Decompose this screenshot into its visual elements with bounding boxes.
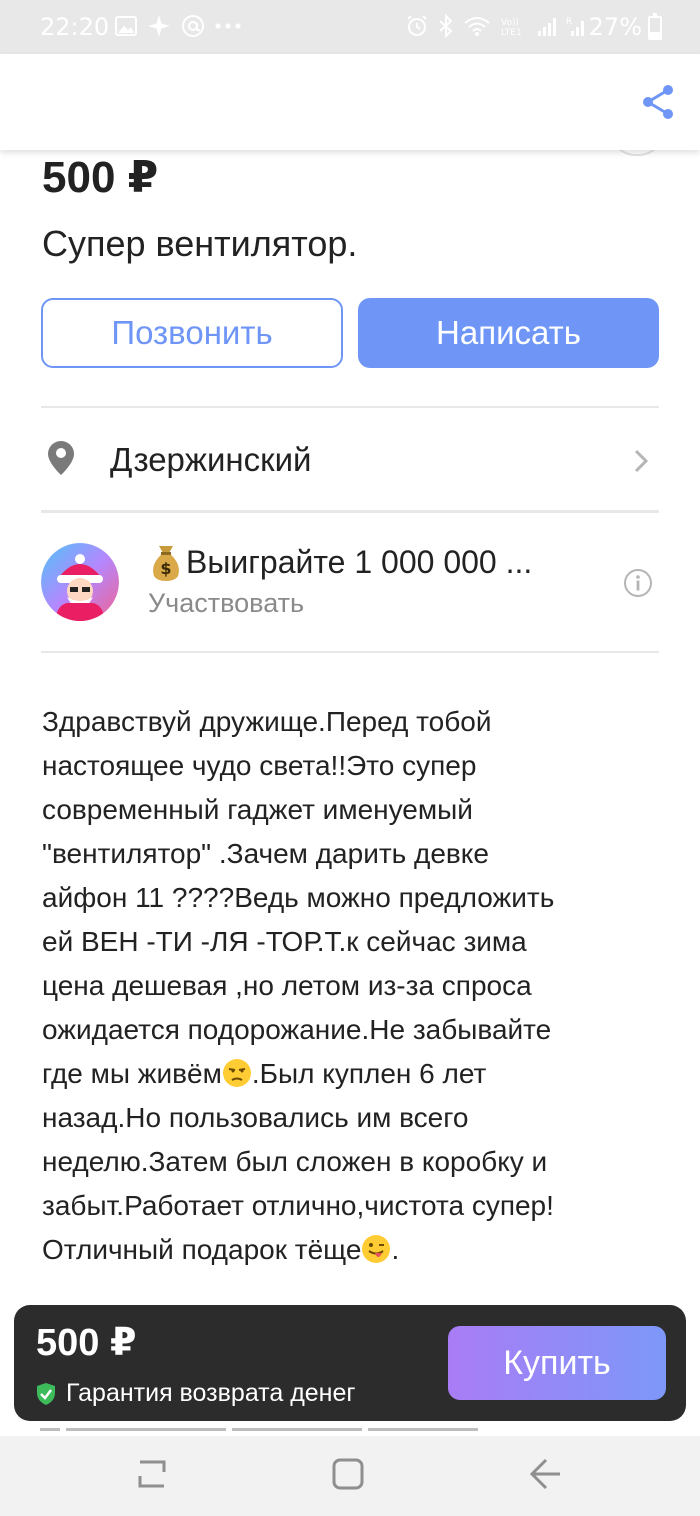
recent-apps-icon[interactable] — [134, 1456, 170, 1492]
ad-title: Выиграйте 1 000 000 ... — [186, 543, 533, 580]
winking-tongue-emoji — [362, 1235, 391, 1263]
listing-title: Супер вентилятор. — [42, 223, 358, 264]
alarm-icon — [407, 15, 427, 36]
listing-price: 500 ₽ — [42, 153, 159, 202]
description-part-3: . — [391, 1234, 400, 1265]
at-icon — [182, 15, 204, 37]
write-button[interactable]: Написать — [358, 298, 659, 368]
svg-text:LTE1: LTE1 — [501, 28, 522, 37]
unamused-emoji — [222, 1059, 251, 1087]
buy-bar: 500 ₽ Гарантия возврата денег Купить — [14, 1305, 686, 1421]
system-nav-bar — [0, 1436, 700, 1516]
back-icon[interactable] — [526, 1456, 564, 1492]
money-bag-emoji: $ — [153, 546, 179, 581]
divider — [41, 651, 659, 653]
ad-subtitle: Участвовать — [148, 588, 305, 618]
status-bar: 22:20 Vo)) LTE1 R 27% — [0, 0, 700, 54]
status-time: 22:20 — [40, 13, 110, 41]
listing-description: Здравствуй дружище.Перед тобой настоящее… — [42, 700, 642, 1272]
location-row[interactable]: Дзержинский — [41, 410, 659, 510]
guarantee-text: Гарантия возврата денег — [66, 1379, 356, 1407]
ad-title-row: $ Выиграйте 1 000 000 ... — [148, 542, 532, 582]
divider — [41, 406, 659, 408]
signal-icon — [538, 18, 556, 36]
svg-text:$: $ — [160, 559, 171, 578]
sparkle-icon — [148, 15, 170, 37]
hidden-text-peek — [40, 1428, 640, 1436]
chevron-right-icon — [634, 449, 649, 473]
description-part-2: .Был куплен 6 лет назад.Но пользовались … — [42, 1058, 554, 1265]
more-icon — [215, 23, 241, 29]
gallery-icon — [115, 16, 137, 36]
home-icon[interactable] — [330, 1456, 366, 1492]
svg-text:R: R — [566, 17, 572, 27]
call-button[interactable]: Позвонить — [41, 298, 343, 368]
guarantee-row[interactable]: Гарантия возврата денег — [36, 1379, 356, 1408]
status-right-icons: Vo)) LTE1 R — [405, 14, 588, 38]
shield-check-icon — [37, 1382, 55, 1405]
buy-button[interactable]: Купить — [448, 1326, 666, 1400]
app-header — [0, 54, 700, 150]
share-icon[interactable] — [638, 82, 678, 122]
lte-icon: Vo))LTE1 — [501, 18, 522, 37]
battery-icon — [648, 13, 662, 40]
location-pin-icon — [48, 441, 74, 475]
ad-avatar — [41, 543, 119, 621]
signal-roaming-icon: R — [566, 17, 584, 36]
info-icon[interactable] — [623, 568, 653, 598]
description-part-1: Здравствуй дружище.Перед тобой настоящее… — [42, 706, 555, 1089]
svg-text:Vo)): Vo)) — [501, 18, 519, 28]
wifi-icon — [464, 17, 490, 36]
bluetooth-icon — [439, 14, 453, 38]
battery-percent: 27% — [588, 13, 642, 41]
status-left-icons — [115, 14, 241, 38]
location-name: Дзержинский — [110, 441, 312, 478]
buy-bar-price: 500 ₽ — [36, 1322, 137, 1364]
ad-banner[interactable]: $ Выиграйте 1 000 000 ... Участвовать — [41, 512, 659, 652]
